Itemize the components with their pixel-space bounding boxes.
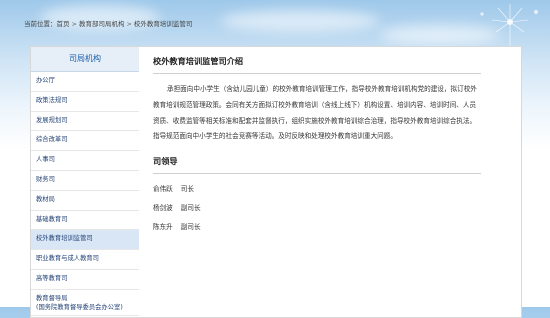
sidebar-item-higher-education[interactable]: 高等教育司 xyxy=(31,270,139,290)
leader-row: 杨剑波 副司长 xyxy=(153,199,481,218)
sidebar-title: 司局机构 xyxy=(31,47,139,72)
main-panel: 司局机构 办公厅 政策法规司 发展规划司 综合改革司 人事司 财务司 教材局 基… xyxy=(30,46,522,318)
leader-name: 陈东升 xyxy=(153,223,173,232)
sidebar: 司局机构 办公厅 政策法规司 发展规划司 综合改革司 人事司 财务司 教材局 基… xyxy=(31,47,139,316)
breadcrumb-separator: > xyxy=(126,20,132,28)
sidebar-item-general-office[interactable]: 办公厅 xyxy=(31,72,139,92)
sidebar-item-education-supervision[interactable]: 教育督导局 (国务院教育督导委员会办公室) xyxy=(31,290,139,316)
sidebar-item-finance[interactable]: 财务司 xyxy=(31,171,139,191)
sidebar-item-comprehensive-reform[interactable]: 综合改革司 xyxy=(31,131,139,152)
page-title: 校外教育培训监管司介绍 xyxy=(153,55,481,74)
leader-row: 陈东升 副司长 xyxy=(153,218,481,237)
leader-role: 司长 xyxy=(180,185,194,194)
sidebar-item-off-campus-training[interactable]: 校外教育培训监管司 xyxy=(31,230,139,251)
sidebar-item-vocational-adult[interactable]: 职业教育与成人教育司 xyxy=(31,250,139,270)
sidebar-item-basic-education[interactable]: 基础教育司 xyxy=(31,211,139,231)
leader-name: 杨剑波 xyxy=(153,204,173,213)
breadcrumb-separator: > xyxy=(71,20,77,28)
leader-role: 副司长 xyxy=(180,223,201,232)
sidebar-item-personnel[interactable]: 人事司 xyxy=(31,151,139,171)
sidebar-item-label: 教育督导局 xyxy=(36,294,68,302)
content-area: 校外教育培训监管司介绍 承担面向中小学生（含幼儿园儿童）的校外教育培训管理工作，… xyxy=(153,55,481,237)
cloud-decoration xyxy=(220,10,380,32)
leader-row: 俞伟跃 司长 xyxy=(153,180,481,199)
sidebar-item-development-planning[interactable]: 发展规划司 xyxy=(31,112,139,132)
breadcrumb-prefix: 当前位置： xyxy=(24,20,57,28)
intro-paragraph: 承担面向中小学生（含幼儿园儿童）的校外教育培训管理工作，指导校外教育培训机构党的… xyxy=(153,85,477,141)
breadcrumb-bureaus-link[interactable]: 教育部司局机构 xyxy=(79,20,125,28)
leader-name: 俞伟跃 xyxy=(153,185,173,194)
leader-role: 副司长 xyxy=(180,204,201,213)
sidebar-item-textbook[interactable]: 教材局 xyxy=(31,191,139,211)
sidebar-item-policy-regulation[interactable]: 政策法规司 xyxy=(31,92,139,112)
leaders-heading: 司领导 xyxy=(153,155,481,175)
sidebar-list: 办公厅 政策法规司 发展规划司 综合改革司 人事司 财务司 教材局 基础教育司 … xyxy=(31,72,139,316)
sidebar-item-sublabel: (国务院教育督导委员会办公室) xyxy=(36,303,123,311)
breadcrumb: 当前位置：首页 > 教育部司局机构 > 校外教育培训监管司 xyxy=(24,18,192,28)
breadcrumb-home-link[interactable]: 首页 xyxy=(57,20,70,28)
leaders-list: 俞伟跃 司长 杨剑波 副司长 陈东升 副司长 xyxy=(153,180,481,237)
breadcrumb-current-link[interactable]: 校外教育培训监管司 xyxy=(134,20,193,28)
